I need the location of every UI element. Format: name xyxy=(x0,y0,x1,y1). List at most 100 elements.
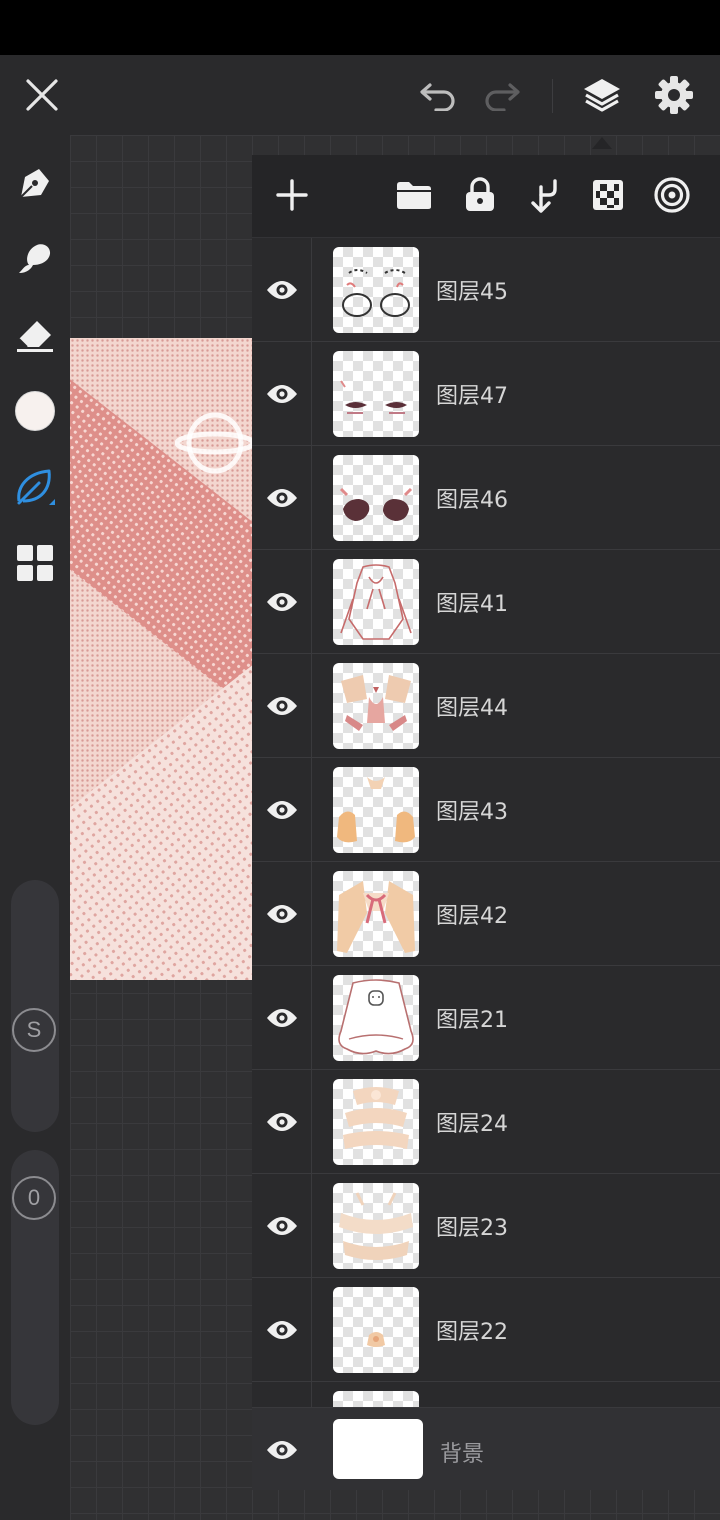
eye-icon xyxy=(267,1440,297,1459)
layer-name: 图层41 xyxy=(436,592,508,617)
layer-name: 图层22 xyxy=(436,1320,508,1345)
artwork-canvas[interactable] xyxy=(70,338,252,980)
layer-thumbnail xyxy=(333,1391,419,1407)
layers-icon xyxy=(584,79,620,112)
eye-icon xyxy=(266,280,297,299)
layers-panel: 图层45 图层47 图层46 图层41 图层44 图层43 图层42 图层21 … xyxy=(252,155,720,1490)
layer-thumbnail xyxy=(333,455,419,541)
visibility-toggle[interactable] xyxy=(252,1382,312,1407)
opacity-knob[interactable]: 0 xyxy=(12,1176,56,1220)
pen-nib-icon xyxy=(20,169,49,198)
brush-size-knob[interactable]: S xyxy=(12,1008,56,1052)
eye-icon xyxy=(266,488,297,507)
transparency-button[interactable] xyxy=(586,173,630,217)
undo-button[interactable] xyxy=(410,55,466,135)
merge-down-button[interactable] xyxy=(522,173,566,217)
lock-layer-button[interactable] xyxy=(458,173,502,217)
layer-thumbnail xyxy=(333,1287,419,1373)
layer-list[interactable]: 图层45 图层47 图层46 图层41 图层44 图层43 图层42 图层21 … xyxy=(252,237,720,1407)
layer-name: 图层47 xyxy=(436,384,508,409)
visibility-toggle[interactable] xyxy=(252,1174,312,1277)
eye-icon xyxy=(266,1216,297,1235)
visibility-toggle[interactable] xyxy=(252,342,312,445)
layer-thumbnail xyxy=(333,767,419,853)
panel-pointer xyxy=(592,137,612,149)
gear-icon xyxy=(655,76,693,114)
layer-row[interactable]: 图层23 xyxy=(252,1174,720,1278)
eye-icon xyxy=(266,800,297,819)
layer-thumbnail xyxy=(333,975,419,1061)
visibility-toggle[interactable] xyxy=(252,238,312,341)
color-swatch xyxy=(15,391,55,431)
status-bar xyxy=(0,0,720,55)
layer-row[interactable]: 图层47 xyxy=(252,342,720,446)
smudge-icon xyxy=(19,244,51,273)
pen-tool[interactable] xyxy=(0,153,70,213)
close-icon xyxy=(26,79,58,111)
layer-row[interactable]: 图层21 xyxy=(252,966,720,1070)
eye-icon xyxy=(266,1008,297,1027)
add-layer-button[interactable] xyxy=(270,173,314,217)
new-group-button[interactable] xyxy=(392,173,436,217)
settings-button[interactable] xyxy=(644,55,704,135)
visibility-toggle[interactable] xyxy=(252,862,312,965)
layer-name: 图层21 xyxy=(436,1008,508,1033)
redo-icon xyxy=(485,83,520,111)
visibility-toggle[interactable] xyxy=(252,654,312,757)
visibility-toggle[interactable] xyxy=(252,446,312,549)
layers-button[interactable] xyxy=(572,55,632,135)
selection-tool[interactable] xyxy=(0,457,70,517)
background-layer-name: 背景 xyxy=(440,1442,485,1467)
layers-panel-toolbar xyxy=(252,155,720,235)
layer-row[interactable]: 图层22 xyxy=(252,1278,720,1382)
brush-size-slider[interactable]: S xyxy=(11,880,59,1132)
layer-thumbnail xyxy=(333,1183,419,1269)
color-tool[interactable] xyxy=(0,381,70,441)
eraser-icon xyxy=(17,321,53,352)
layer-row[interactable] xyxy=(252,1382,720,1407)
layer-name: 图层43 xyxy=(436,800,508,825)
reference-button[interactable] xyxy=(650,173,694,217)
eye-icon xyxy=(266,1320,297,1339)
merge-down-icon xyxy=(531,179,557,213)
visibility-toggle[interactable] xyxy=(252,550,312,653)
layer-row[interactable]: 图层44 xyxy=(252,654,720,758)
visibility-toggle[interactable] xyxy=(252,966,312,1069)
eye-icon xyxy=(266,696,297,715)
smudge-tool[interactable] xyxy=(0,229,70,289)
folder-icon xyxy=(397,182,431,209)
visibility-toggle[interactable] xyxy=(252,758,312,861)
layer-row[interactable]: 图层24 xyxy=(252,1070,720,1174)
layer-name: 图层44 xyxy=(436,696,508,721)
layer-name: 图层45 xyxy=(436,280,508,305)
layer-row[interactable]: 图层42 xyxy=(252,862,720,966)
art-pattern-band xyxy=(70,348,252,701)
visibility-toggle[interactable] xyxy=(252,1070,312,1173)
grid-icon xyxy=(17,545,53,581)
layer-row[interactable]: 图层45 xyxy=(252,238,720,342)
eye-icon xyxy=(266,384,297,403)
layer-row[interactable]: 图层46 xyxy=(252,446,720,550)
undo-icon xyxy=(420,83,455,111)
opacity-slider[interactable]: 0 xyxy=(11,1150,59,1425)
layer-thumbnail xyxy=(333,351,419,437)
eye-icon xyxy=(266,1112,297,1131)
layer-row[interactable]: 图层43 xyxy=(252,758,720,862)
eraser-tool[interactable] xyxy=(0,305,70,365)
layer-thumbnail xyxy=(333,663,419,749)
background-color-swatch[interactable] xyxy=(333,1419,423,1479)
layer-row[interactable]: 图层41 xyxy=(252,550,720,654)
tool-bar: S 0 xyxy=(0,135,70,1520)
top-bar xyxy=(0,55,720,135)
toolbar-divider xyxy=(552,79,553,113)
visibility-toggle[interactable] xyxy=(252,1278,312,1381)
close-button[interactable] xyxy=(14,55,70,135)
gallery-tool[interactable] xyxy=(0,533,70,593)
checker-icon xyxy=(593,180,623,210)
background-layer-row[interactable]: 背景 xyxy=(252,1407,720,1490)
layer-name: 图层23 xyxy=(436,1216,508,1241)
lock-icon xyxy=(466,177,494,211)
visibility-toggle[interactable] xyxy=(252,1408,312,1491)
redo-button[interactable] xyxy=(474,55,530,135)
layer-name: 图层46 xyxy=(436,488,508,513)
